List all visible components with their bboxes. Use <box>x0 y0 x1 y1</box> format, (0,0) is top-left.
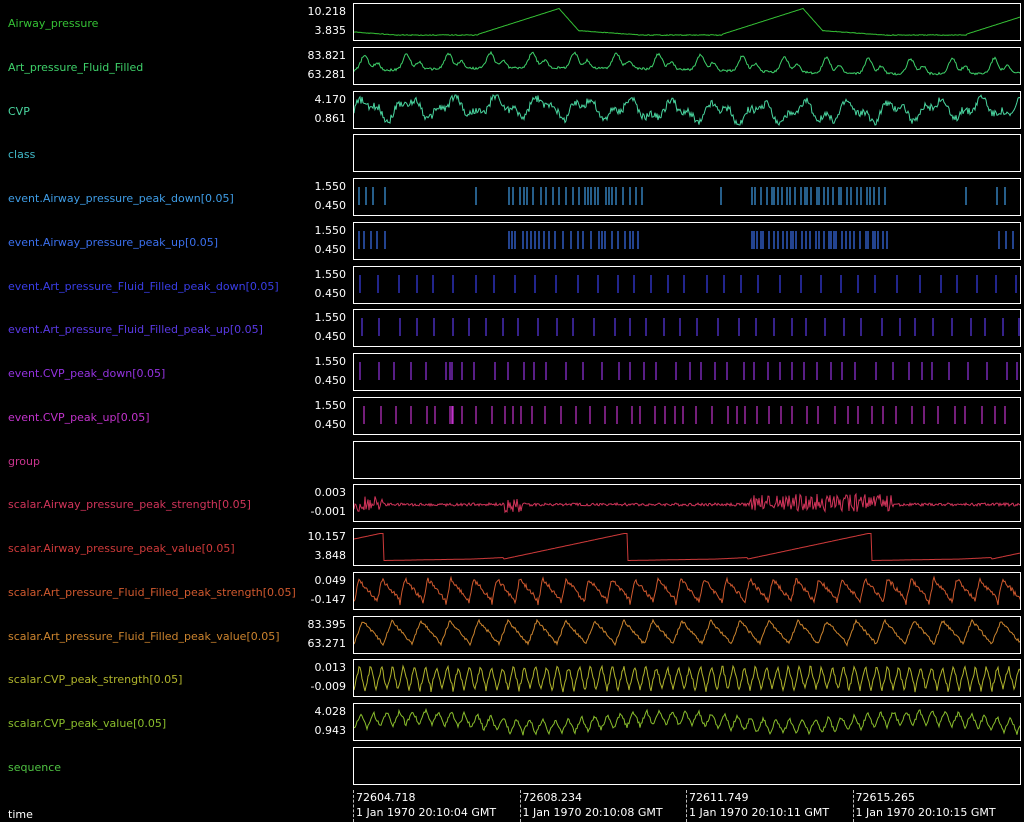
time-tick-date: 1 Jan 1970 20:10:15 GMT <box>855 806 996 819</box>
y-max-label: 10.218 <box>307 5 347 18</box>
track-viewer: Airway_pressure 10.218 3.835 Art_pressure_F… <box>0 0 1024 822</box>
track-panel[interactable] <box>353 178 1021 216</box>
track-label: group <box>8 454 40 468</box>
track-panel[interactable] <box>353 703 1021 741</box>
y-max-label: 1.550 <box>314 398 347 412</box>
track-panel[interactable] <box>353 353 1021 391</box>
y-max-label: 1.550 <box>314 267 347 281</box>
track-panel[interactable] <box>353 484 1021 523</box>
track-plot <box>354 707 1020 736</box>
y-max-label: 0.013 <box>314 661 347 675</box>
track-plot <box>354 533 1020 561</box>
y-min-label: 0.450 <box>314 417 347 431</box>
track-label: class <box>8 148 36 162</box>
y-max-label: 1.550 <box>314 223 347 237</box>
y-min-label: 63.281 <box>307 67 347 81</box>
track-plot <box>354 7 1020 37</box>
time-tick-value: 72611.749 <box>689 791 749 804</box>
track-plot <box>361 318 1020 337</box>
time-tick: 72615.265 1 Jan 1970 20:10:15 GMT <box>852 790 996 822</box>
track-panel[interactable] <box>353 528 1021 566</box>
track-plot <box>354 664 1020 693</box>
track-panel[interactable] <box>353 309 1021 348</box>
time-axis-label: time <box>8 808 33 821</box>
track-plot <box>354 50 1020 76</box>
y-min-label: -0.001 <box>310 505 346 519</box>
y-min-label: 0.450 <box>314 330 347 344</box>
track-plot <box>363 405 1006 424</box>
y-min-label: 0.450 <box>314 286 347 300</box>
time-tick-date: 1 Jan 1970 20:10:11 GMT <box>689 806 830 819</box>
time-tick: 72608.234 1 Jan 1970 20:10:08 GMT <box>519 790 663 822</box>
signal-line <box>354 707 1020 736</box>
time-tick: 72604.718 1 Jan 1970 20:10:04 GMT <box>353 790 496 822</box>
y-max-label: 1.550 <box>314 311 347 325</box>
y-min-label: 0.943 <box>314 724 347 737</box>
y-min-label: -0.009 <box>310 680 346 694</box>
track-panel[interactable] <box>353 746 1021 785</box>
track-plot <box>359 274 1017 293</box>
track-panel[interactable] <box>353 90 1021 129</box>
track-panel[interactable] <box>353 221 1021 260</box>
y-min-label: 0.450 <box>314 199 347 212</box>
track-panel[interactable] <box>353 265 1021 304</box>
track-plot <box>354 93 1020 126</box>
track-panel[interactable] <box>353 440 1021 479</box>
y-max-label: 4.028 <box>314 705 347 718</box>
track-plot <box>358 230 1014 249</box>
y-max-label: 10.157 <box>307 530 347 543</box>
y-min-label: 3.848 <box>314 549 347 562</box>
track-panel[interactable] <box>353 3 1021 41</box>
track-plot <box>354 135 1020 171</box>
time-tick-date: 1 Jan 1970 20:10:08 GMT <box>522 806 663 819</box>
time-tick-value: 72615.265 <box>855 791 916 804</box>
signal-line <box>354 533 1020 561</box>
y-min-label: 3.835 <box>314 24 347 37</box>
y-max-label: 1.550 <box>314 355 347 368</box>
track-panel[interactable] <box>353 134 1021 173</box>
signal-line <box>354 575 1020 605</box>
y-max-label: 4.170 <box>314 92 347 106</box>
track-plot <box>354 618 1020 647</box>
y-max-label: 83.395 <box>307 617 347 631</box>
y-max-label: 1.550 <box>314 180 347 193</box>
track-plot <box>359 362 1018 380</box>
track-plot <box>354 748 1020 784</box>
y-min-label: -0.147 <box>310 592 346 606</box>
track-plot <box>354 442 1020 478</box>
y-max-label: 83.821 <box>307 48 347 62</box>
y-max-label: 0.003 <box>314 486 347 500</box>
time-tick-date: 1 Jan 1970 20:10:04 GMT <box>356 806 497 819</box>
track-plot <box>358 187 1006 205</box>
track-panel[interactable] <box>353 659 1021 698</box>
time-tick-value: 72608.234 <box>522 791 583 804</box>
y-min-label: 0.450 <box>314 374 347 387</box>
signal-line <box>354 93 1020 126</box>
y-max-label: 0.049 <box>314 573 347 587</box>
signal-line <box>354 664 1020 693</box>
track-label: sequence <box>8 760 62 774</box>
signal-line <box>354 492 1020 514</box>
track-panel[interactable] <box>353 46 1021 85</box>
track-plot <box>354 575 1020 605</box>
track-panel[interactable] <box>353 396 1021 435</box>
track-panel[interactable] <box>353 571 1021 610</box>
y-min-label: 0.450 <box>314 242 347 256</box>
track-panel[interactable] <box>353 615 1021 654</box>
y-min-label: 63.271 <box>307 636 347 650</box>
signal-line <box>354 7 1020 37</box>
y-min-label: 0.861 <box>314 111 347 125</box>
signal-line <box>354 618 1020 647</box>
signal-line <box>354 50 1020 76</box>
time-tick-value: 72604.718 <box>356 791 416 804</box>
time-tick: 72611.749 1 Jan 1970 20:10:11 GMT <box>686 790 829 822</box>
track-plot <box>354 492 1020 514</box>
